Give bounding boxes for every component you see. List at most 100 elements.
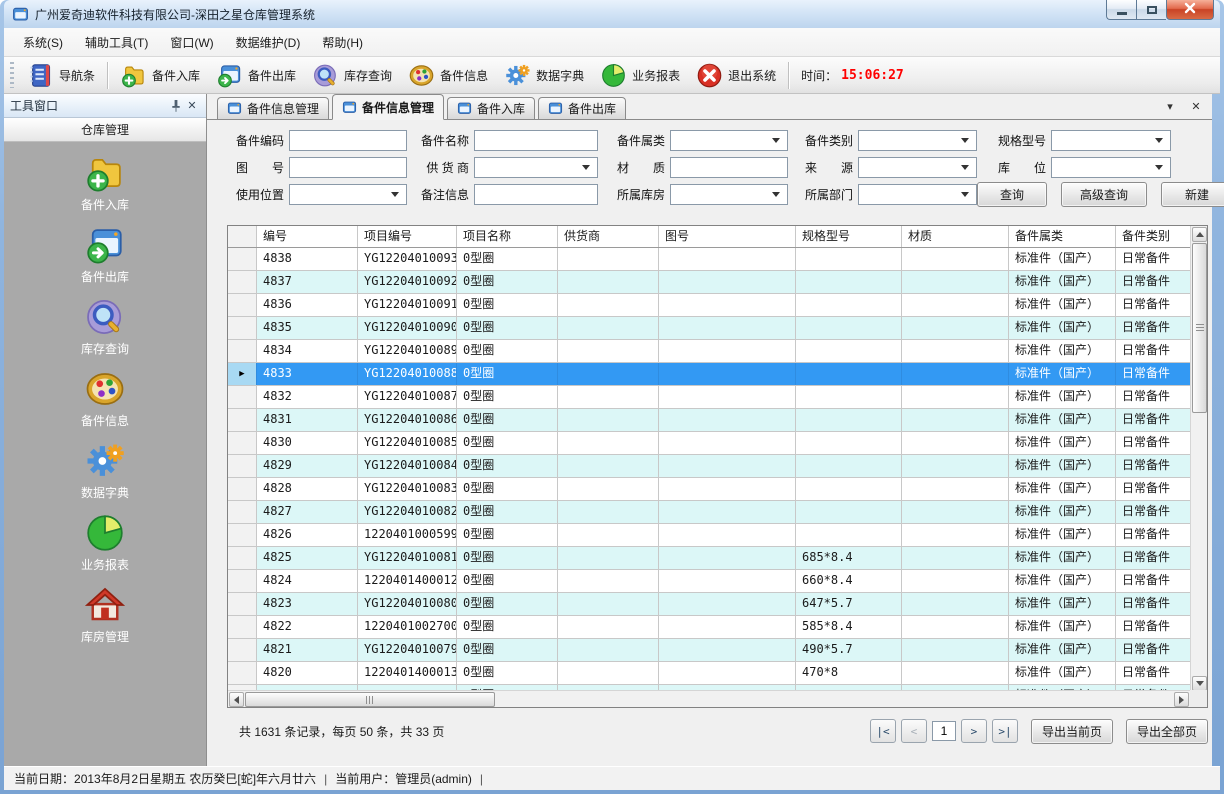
toolbar-button-parts-inbound[interactable]: 备件入库 (112, 59, 208, 91)
close-tool-window-button[interactable]: ✕ (184, 98, 200, 113)
first-page-button[interactable]: |< (870, 719, 896, 743)
row-selector-cell[interactable] (228, 524, 257, 546)
column-header-4[interactable]: 图号 (659, 226, 796, 247)
table-row[interactable]: 4821YG122040100790型圈490*5.7标准件（国产）日常备件PC (228, 639, 1190, 662)
table-row[interactable]: 482212204010027000型圈585*8.4标准件（国产）日常备件PC (228, 616, 1190, 639)
row-selector-cell[interactable] (228, 478, 257, 500)
table-row[interactable]: 4828YG122040100830型圈标准件（国产）日常备件M (228, 478, 1190, 501)
row-selector-cell[interactable] (228, 432, 257, 454)
next-page-button[interactable]: > (961, 719, 987, 743)
column-header-3[interactable]: 供货商 (558, 226, 659, 247)
sidebar-item-business-report[interactable]: 业务报表 (45, 512, 165, 572)
supplier-select[interactable] (474, 157, 598, 178)
toolbar-button-nav-bar[interactable]: 导航条 (19, 59, 103, 91)
prev-page-button[interactable]: < (901, 719, 927, 743)
vertical-scroll-thumb[interactable] (1192, 243, 1207, 413)
export-all-pages-button[interactable]: 导出全部页 (1126, 719, 1208, 744)
last-page-button[interactable]: >| (992, 719, 1018, 743)
spec-model-select[interactable] (1051, 130, 1171, 151)
scroll-down-button[interactable] (1192, 676, 1207, 691)
close-window-button[interactable] (1166, 0, 1214, 20)
sidebar-item-parts-inbound[interactable]: 备件入库 (45, 152, 165, 212)
vertical-scrollbar[interactable] (1190, 226, 1207, 692)
toolbar-button-inventory-query[interactable]: 库存查询 (304, 59, 400, 91)
drawing-no-input[interactable] (289, 157, 407, 178)
toolbar-button-parts-outbound[interactable]: 备件出库 (208, 59, 304, 91)
toolbar-button-data-dictionary[interactable]: 数据字典 (496, 59, 592, 91)
part-name-input[interactable] (474, 130, 598, 151)
export-current-page-button[interactable]: 导出当前页 (1031, 719, 1113, 744)
menu-item-system[interactable]: 系统(S) (12, 29, 74, 56)
sidebar-item-parts-outbound[interactable]: 备件出库 (45, 224, 165, 284)
table-row[interactable]: 482012204014000130型圈470*8标准件（国产）日常备件PC (228, 662, 1190, 685)
toolbar-button-exit-system[interactable]: 退出系统 (688, 59, 784, 91)
sidebar-item-data-dictionary[interactable]: 数据字典 (45, 440, 165, 500)
column-header-6[interactable]: 材质 (902, 226, 1009, 247)
tab-parts-info-mgmt-1[interactable]: 备件信息管理 (217, 97, 329, 119)
row-selector-cell[interactable] (228, 570, 257, 592)
part-category-select[interactable] (670, 130, 788, 151)
warehouse-select[interactable] (670, 184, 788, 205)
column-header-8[interactable]: 备件类别 (1116, 226, 1190, 247)
table-row[interactable]: 482612204010005990型圈标准件（国产）日常备件M (228, 524, 1190, 547)
row-selector-cell[interactable] (228, 616, 257, 638)
horizontal-scrollbar[interactable] (228, 690, 1190, 707)
toolbar-grip[interactable] (10, 62, 14, 88)
table-row[interactable]: 4830YG122040100850型圈标准件（国产）日常备件M (228, 432, 1190, 455)
table-row[interactable]: 4829YG122040100840型圈标准件（国产）日常备件M (228, 455, 1190, 478)
table-row[interactable]: 4837YG122040100920型圈标准件（国产）日常备件M (228, 271, 1190, 294)
column-header-0[interactable]: 编号 (257, 226, 358, 247)
material-input[interactable] (670, 157, 788, 178)
sidebar-item-inventory-query[interactable]: 库存查询 (45, 296, 165, 356)
row-selector-cell[interactable] (228, 271, 257, 293)
table-row[interactable]: 4825YG122040100810型圈685*8.4标准件（国产）日常备件PC (228, 547, 1190, 570)
maximize-button[interactable] (1136, 0, 1166, 20)
row-selector-cell[interactable] (228, 386, 257, 408)
new-button[interactable]: 新建 (1161, 182, 1224, 207)
scroll-right-button[interactable] (1174, 692, 1189, 707)
row-selector-cell[interactable] (228, 294, 257, 316)
table-row[interactable]: 4823YG122040100800型圈647*5.7标准件（国产）日常备件PC (228, 593, 1190, 616)
column-header-7[interactable]: 备件属类 (1009, 226, 1116, 247)
page-number-input[interactable] (932, 721, 956, 741)
row-selector-cell[interactable] (228, 662, 257, 684)
menu-item-help[interactable]: 帮助(H) (311, 29, 374, 56)
menu-item-data-maintenance[interactable]: 数据维护(D) (225, 29, 312, 56)
department-select[interactable] (858, 184, 977, 205)
part-code-input[interactable] (289, 130, 407, 151)
scroll-left-button[interactable] (229, 692, 244, 707)
tab-parts-info-mgmt-2[interactable]: 备件信息管理 (332, 94, 444, 120)
minimize-button[interactable] (1106, 0, 1136, 20)
table-row[interactable]: 4836YG122040100910型圈标准件（国产）日常备件M (228, 294, 1190, 317)
horizontal-scroll-thumb[interactable] (245, 692, 495, 707)
table-row[interactable]: ▶4833YG122040100880型圈标准件（国产）日常备件M (228, 363, 1190, 386)
table-row[interactable]: 4832YG122040100870型圈标准件（国产）日常备件M (228, 386, 1190, 409)
sidebar-item-parts-info[interactable]: 备件信息 (45, 368, 165, 428)
row-selector-cell[interactable] (228, 501, 257, 523)
row-selector-cell[interactable] (228, 317, 257, 339)
table-row[interactable]: 4838YG122040100930型圈标准件（国产）日常备件M (228, 248, 1190, 271)
row-selector-cell[interactable]: ▶ (228, 363, 257, 385)
location-select[interactable] (1051, 157, 1171, 178)
row-selector-cell[interactable] (228, 248, 257, 270)
row-selector-cell[interactable] (228, 593, 257, 615)
table-row[interactable]: 4835YG122040100900型圈标准件（国产）日常备件M (228, 317, 1190, 340)
usage-position-select[interactable] (289, 184, 407, 205)
row-selector-cell[interactable] (228, 547, 257, 569)
row-selector-cell[interactable] (228, 409, 257, 431)
column-header-5[interactable]: 规格型号 (796, 226, 902, 247)
table-row[interactable]: 4834YG122040100890型圈标准件（国产）日常备件M (228, 340, 1190, 363)
column-header-1[interactable]: 项目编号 (358, 226, 457, 247)
row-selector-cell[interactable] (228, 340, 257, 362)
sidebar-item-warehouse-mgmt[interactable]: 库房管理 (45, 584, 165, 644)
toolbar-button-parts-info[interactable]: 备件信息 (400, 59, 496, 91)
row-selector-cell[interactable] (228, 455, 257, 477)
part-type-select[interactable] (858, 130, 977, 151)
menu-item-aux-tools[interactable]: 辅助工具(T) (74, 29, 159, 56)
toolbar-button-business-report[interactable]: 业务报表 (592, 59, 688, 91)
table-row[interactable]: 4827YG122040100820型圈标准件（国产）日常备件M (228, 501, 1190, 524)
tab-parts-inbound[interactable]: 备件入库 (447, 97, 535, 119)
tab-parts-outbound[interactable]: 备件出库 (538, 97, 626, 119)
tab-close-button[interactable]: ✕ (1188, 99, 1204, 115)
pin-icon[interactable] (168, 98, 184, 113)
